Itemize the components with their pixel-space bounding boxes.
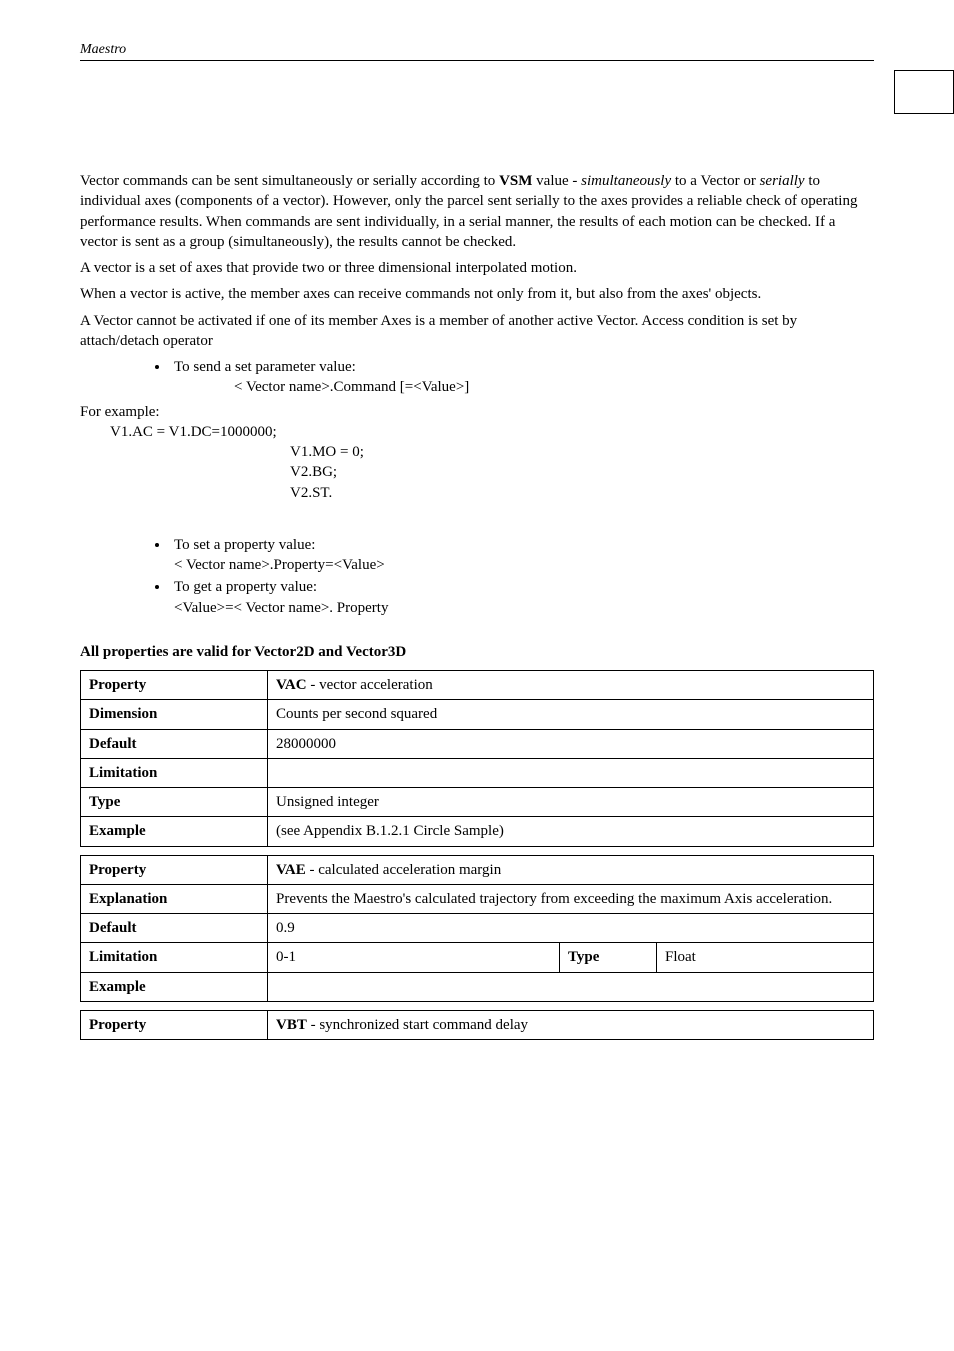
cell-default-label: Default <box>81 729 268 758</box>
bullet-code: < Vector name>.Command [=<Value>] <box>234 377 874 397</box>
bullet-get: To get a property value: <Value>=< Vecto… <box>170 577 874 618</box>
paragraph-3: When a vector is active, the member axes… <box>80 284 874 304</box>
text: - calculated acceleration margin <box>306 862 501 878</box>
cell-example-label: Example <box>81 972 268 1001</box>
text-bold-vsm: VSM <box>499 173 532 189</box>
bullet-code: <Value>=< Vector name>. Property <box>174 600 388 616</box>
cell-property-label: Property <box>81 1010 268 1039</box>
cell-limitation-label: Limitation <box>81 758 268 787</box>
text-bold: VAE <box>276 862 306 878</box>
text: Vector commands can be sent simultaneous… <box>80 173 499 189</box>
table-row: Property VAE - calculated acceleration m… <box>81 855 874 884</box>
cell-property-value: VBT - synchronized start command delay <box>268 1010 874 1039</box>
cell-example-value: (see Appendix B.1.2.1 Circle Sample) <box>268 817 874 846</box>
section-heading: All properties are valid for Vector2D an… <box>80 642 874 662</box>
corner-box <box>894 70 954 114</box>
page-header: Maestro <box>80 40 874 61</box>
text-bold: VBT <box>276 1017 307 1033</box>
cell-type-value: Unsigned integer <box>268 788 874 817</box>
table-row: Example (see Appendix B.1.2.1 Circle Sam… <box>81 817 874 846</box>
table-row: Property VAC - vector acceleration <box>81 671 874 700</box>
paragraph-1: Vector commands can be sent simultaneous… <box>80 171 874 252</box>
example-line-1: V1.AC = V1.DC=1000000; <box>110 422 874 442</box>
cell-limitation-label: Limitation <box>81 943 268 972</box>
table-row: Dimension Counts per second squared <box>81 700 874 729</box>
cell-property-value: VAC - vector acceleration <box>268 671 874 700</box>
cell-explanation-label: Explanation <box>81 884 268 913</box>
text-italic: serially <box>760 173 805 189</box>
bullet-text: To get a property value: <box>174 579 317 595</box>
cell-type-label: Type <box>560 943 657 972</box>
text: to a Vector or <box>671 173 759 189</box>
table-row: Example <box>81 972 874 1001</box>
cell-example-value <box>268 972 874 1001</box>
cell-type-label: Type <box>81 788 268 817</box>
bullet-set: To set a property value: < Vector name>.… <box>170 535 874 576</box>
cell-dimension-label: Dimension <box>81 700 268 729</box>
cell-default-value: 28000000 <box>268 729 874 758</box>
bullet-text: To set a property value: <box>174 537 315 553</box>
text-bold: VAC <box>276 677 307 693</box>
cell-default-label: Default <box>81 914 268 943</box>
example-line-4: V2.ST. <box>290 483 874 503</box>
cell-property-label: Property <box>81 855 268 884</box>
example-label: For example: <box>80 402 874 422</box>
paragraph-2: A vector is a set of axes that provide t… <box>80 258 874 278</box>
table-row: Property VBT - synchronized start comman… <box>81 1010 874 1039</box>
table-row: Default 28000000 <box>81 729 874 758</box>
table-vac: Property VAC - vector acceleration Dimen… <box>80 670 874 847</box>
text-italic: simultaneously <box>581 173 671 189</box>
cell-dimension-value: Counts per second squared <box>268 700 874 729</box>
header-title: Maestro <box>80 42 126 57</box>
table-row: Type Unsigned integer <box>81 788 874 817</box>
table-row: Explanation Prevents the Maestro's calcu… <box>81 884 874 913</box>
example-line-3: V2.BG; <box>290 462 874 482</box>
cell-limitation-value: 0-1 <box>268 943 560 972</box>
table-row: Limitation 0-1 Type Float <box>81 943 874 972</box>
table-vbt: Property VBT - synchronized start comman… <box>80 1010 874 1040</box>
text: - synchronized start command delay <box>307 1017 528 1033</box>
bullet-text: To send a set parameter value: <box>174 359 356 375</box>
bullet-code: < Vector name>.Property=<Value> <box>174 557 385 573</box>
table-row: Default 0.9 <box>81 914 874 943</box>
cell-property-value: VAE - calculated acceleration margin <box>268 855 874 884</box>
example-line-2: V1.MO = 0; <box>290 442 874 462</box>
text: - vector acceleration <box>307 677 433 693</box>
cell-type-value: Float <box>657 943 874 972</box>
cell-example-label: Example <box>81 817 268 846</box>
cell-property-label: Property <box>81 671 268 700</box>
table-vae: Property VAE - calculated acceleration m… <box>80 855 874 1002</box>
cell-limitation-value <box>268 758 874 787</box>
cell-explanation-value: Prevents the Maestro's calculated trajec… <box>268 884 874 913</box>
cell-default-value: 0.9 <box>268 914 874 943</box>
table-row: Limitation <box>81 758 874 787</box>
bullet-send: To send a set parameter value: < Vector … <box>170 357 874 398</box>
paragraph-4: A Vector cannot be activated if one of i… <box>80 311 874 352</box>
text: value - <box>532 173 581 189</box>
